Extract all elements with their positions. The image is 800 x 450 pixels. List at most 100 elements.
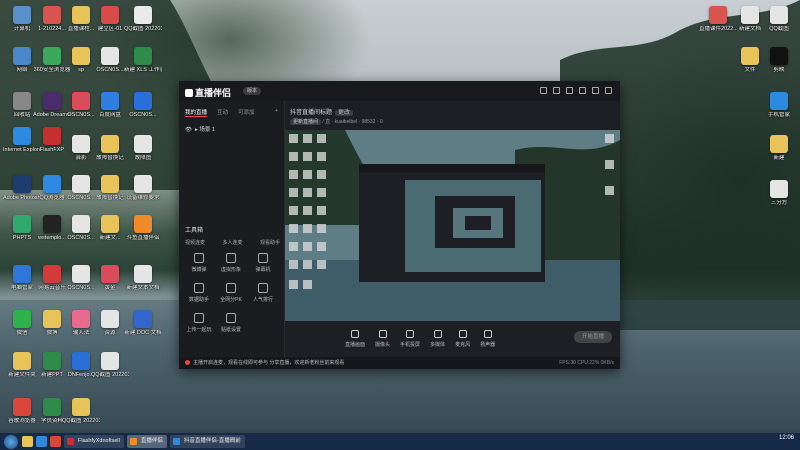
file-icon: [13, 6, 31, 24]
desktop-icon[interactable]: 斗鱼直播伴侣: [124, 215, 162, 242]
toolbox-tab[interactable]: 多人连麦: [222, 239, 242, 246]
file-icon: [134, 175, 152, 193]
share-icon[interactable]: [566, 87, 573, 94]
file-icon: [101, 215, 119, 233]
desktop-icon-label: 新建 XLS 工作表: [124, 67, 162, 73]
taskbar-button[interactable]: FlashfyXdnoftsell: [64, 435, 124, 448]
file-icon: [72, 135, 90, 153]
taskbar: FlashfyXdnoftsell 直播伴侣 抖音直播伴侣-直播間前 12:06: [0, 433, 800, 450]
tool-button[interactable]: 弹幕机: [247, 253, 279, 273]
source-button[interactable]: 麦克风: [455, 330, 470, 348]
file-icon: [43, 265, 61, 283]
source-button[interactable]: 摄像头: [375, 330, 390, 348]
file-icon: [709, 6, 727, 24]
desktop-icon-label: 新建文本文档: [126, 285, 160, 291]
desktop-icon[interactable]: QQ截图 20220330...: [62, 398, 100, 425]
source-icon: [483, 330, 492, 338]
left-tab[interactable]: 我的直播: [185, 108, 208, 117]
scene-item[interactable]: 👁 ▸ 场景 1: [185, 125, 278, 133]
desktop-icon[interactable]: QQ截图 20220330...: [91, 352, 129, 379]
desktop-icon-label: 新建 DOC 文档: [124, 330, 162, 336]
tool-button[interactable]: 微博弹: [183, 253, 215, 273]
quick-launch-icon[interactable]: [22, 436, 33, 447]
file-icon: [43, 352, 61, 370]
start-live-button[interactable]: 开始直播: [574, 331, 612, 343]
scene-label: 场景 1: [199, 127, 215, 133]
source-button[interactable]: 直播画面: [345, 330, 365, 348]
tool-icon: [226, 313, 236, 323]
file-icon: [13, 398, 31, 416]
room-title: 抖音直播间标题 更改: [290, 107, 354, 116]
desktop-icon[interactable]: 手机管家: [760, 92, 798, 119]
file-icon: [13, 47, 31, 65]
start-button[interactable]: [4, 434, 18, 449]
tool-icon: [194, 253, 204, 263]
live-preview[interactable]: [285, 130, 620, 342]
desktop-icon[interactable]: 故障图: [124, 135, 162, 162]
add-tab-button[interactable]: +: [275, 108, 278, 117]
file-icon: [13, 215, 31, 233]
title-bar: 直播伴侣 版本: [179, 81, 620, 101]
tool-label: 人气排行: [252, 297, 273, 303]
message-icon[interactable]: [553, 87, 560, 94]
desktop-icon-label: QQ截图 20220330...: [124, 26, 162, 32]
desktop-icon[interactable]: 三分方: [760, 180, 798, 207]
tool-button[interactable]: 人气排行: [247, 283, 279, 303]
desktop-icon[interactable]: 新建 XLS 工作表: [124, 47, 162, 74]
toolbox-tab[interactable]: 视频连麦: [185, 239, 205, 246]
version-badge[interactable]: 版本: [243, 87, 261, 95]
quick-launch-icon[interactable]: [36, 436, 47, 447]
desktop-icon[interactable]: 设备维修要求: [124, 175, 162, 202]
close-icon[interactable]: [605, 87, 612, 94]
tool-button[interactable]: 数据助手: [183, 283, 215, 303]
desktop-icon[interactable]: 新建文本文档: [124, 265, 162, 292]
room-edit-tag[interactable]: 更改: [335, 110, 354, 116]
toolbox-tab[interactable]: 观看助手: [260, 239, 280, 246]
app-logo: 直播伴侣: [185, 86, 231, 99]
file-icon: [13, 127, 31, 145]
tool-button[interactable]: 贴纸设置: [215, 313, 247, 333]
status-bar: 主播开启连麦，观看在线即可参与 分享直播，欢迎新老粉丝前来观看 FPS:30 C…: [179, 357, 620, 369]
left-tab[interactable]: 互动: [217, 108, 228, 117]
desktop-icon[interactable]: 新建 DOC 文档: [124, 310, 162, 337]
tool-button[interactable]: 虚拟形象: [215, 253, 247, 273]
settings-icon[interactable]: [540, 87, 547, 94]
file-icon: [13, 175, 31, 193]
file-icon: [43, 92, 61, 110]
file-icon: [72, 398, 90, 416]
taskbar-button[interactable]: 直播伴侣: [126, 435, 167, 448]
source-button[interactable]: 扬声器: [480, 330, 495, 348]
desktop-icon-label: 故障图: [134, 155, 152, 161]
file-icon: [134, 47, 152, 65]
desktop-icon[interactable]: 新建: [760, 135, 798, 162]
desktop-icon-label: 新建: [773, 155, 785, 161]
desktop-icon[interactable]: 剪映: [760, 47, 798, 74]
file-icon: [72, 47, 90, 65]
file-icon: [72, 6, 90, 24]
file-icon: [770, 47, 788, 65]
live-companion-window: 直播伴侣 版本 我的直播 互动 可添加 + 👁 ▸ 场景 1 工具箱 视频连麦 多人连麦…: [179, 81, 620, 369]
desktop-icon[interactable]: QQ截图 20220330...: [124, 6, 162, 33]
minimize-icon[interactable]: [579, 87, 586, 94]
file-icon: [134, 265, 152, 283]
task-buttons: FlashfyXdnoftsell 直播伴侣 抖音直播伴侣-直播間前: [64, 435, 248, 448]
tool-button[interactable]: 上传一起玩: [183, 313, 215, 333]
source-label: 麦克风: [455, 342, 471, 348]
desktop-icon[interactable]: QQ截图: [760, 6, 798, 33]
quick-launch-icon[interactable]: [50, 436, 61, 447]
tool-button[interactable]: 全网分PK: [215, 283, 247, 303]
room-update-tag[interactable]: 更新直播间: [290, 119, 322, 125]
file-icon: [13, 352, 31, 370]
file-icon: [101, 47, 119, 65]
file-icon: [101, 310, 119, 328]
taskbar-button[interactable]: 抖音直播伴侣-直播間前: [169, 435, 245, 448]
source-button[interactable]: 手机投屏: [400, 330, 420, 348]
source-label: 手机投屏: [400, 342, 421, 348]
desktop-icon-label: QQ截图 20220330...: [62, 418, 100, 424]
left-tab[interactable]: 可添加: [238, 108, 255, 117]
source-button[interactable]: 多媒体: [430, 330, 445, 348]
preview-screen-capture: [285, 130, 620, 342]
file-icon: [770, 6, 788, 24]
desktop-icon[interactable]: OSCN0S...: [124, 92, 162, 119]
maximize-icon[interactable]: [592, 87, 599, 94]
